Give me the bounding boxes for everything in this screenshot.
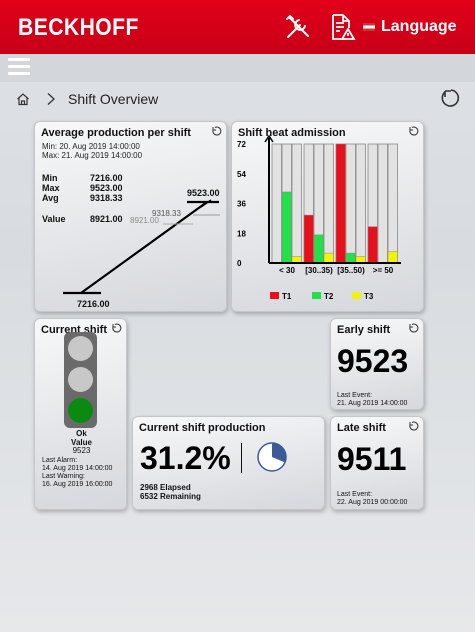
flag-icon [363,23,375,31]
bar-track [271,143,282,264]
bar [335,143,346,264]
gauge-value-label: 8921.00 [130,216,159,225]
home-icon[interactable] [16,92,30,106]
yellow-light [68,367,93,392]
green-light [68,398,93,423]
legend-label: T2 [324,292,334,301]
x-tick-label: [35..50) [337,266,365,275]
early-last-event-label: Last Event: [337,392,373,399]
red-light [68,336,93,361]
refresh-icon[interactable] [440,86,462,110]
divider [241,443,242,473]
bar-track [377,143,388,264]
refresh-icon[interactable] [110,322,122,334]
bar-track [291,143,302,264]
late-shift-title: Late shift [337,422,386,434]
bar [367,226,378,264]
x-tick-label: < 30 [279,266,295,275]
refresh-icon[interactable] [407,322,419,334]
tools-icon[interactable] [284,13,312,41]
y-tick-label: 72 [237,140,246,149]
refresh-icon[interactable] [407,420,419,432]
shift-production-tile: Current shift production 31.2% 2968 Elap… [132,416,325,510]
legend-label: T3 [364,292,374,301]
bar [323,252,334,264]
bar [281,191,292,264]
legend-swatch [352,292,361,299]
y-tick-label: 36 [237,200,246,209]
bar [303,214,314,264]
bar-track [355,143,366,264]
legend-swatch [312,292,321,299]
beckhoff-logo: BECKHOFF [18,14,139,41]
menu-bar [0,54,475,82]
last-alarm: 14. Aug 2019 14:00:00 [42,465,113,472]
breadcrumb: Shift Overview [16,90,158,108]
last-alarm-label: Last Alarm: [42,457,78,464]
early-shift-value: 9523 [337,343,409,379]
early-shift-title: Early shift [337,324,391,336]
remaining-label: 6532 Remaining [140,492,201,501]
status-label: Ok [76,429,87,438]
language-selector[interactable]: Language [363,18,457,36]
hamburger-menu-icon[interactable] [8,58,30,78]
early-last-event: 21. Aug 2019 14:00:00 [337,400,408,407]
bar-track [387,143,398,264]
current-shift-tile: Current shift Ok Value 9523 Last Alarm: … [34,318,127,510]
production-percent: 31.2% [140,440,231,476]
x-tick-label: >= 50 [373,266,394,275]
document-warning-icon[interactable] [328,13,356,41]
late-last-event: 22. Aug 2019 00:00:00 [337,499,408,506]
late-last-event-label: Last Event: [337,491,373,498]
legend-swatch [270,292,279,299]
y-tick-label: 18 [237,229,246,238]
bar-track [345,143,356,264]
late-shift-value: 9511 [337,441,407,477]
shift-production-title: Current shift production [139,422,266,434]
legend-label: T1 [282,292,292,301]
current-value: 9523 [72,446,91,455]
language-label: Language [381,18,457,35]
elapsed-label: 2968 Elapsed [140,483,191,492]
page-title: Shift Overview [68,91,159,107]
y-tick-label: 0 [237,259,242,268]
x-tick-label: [30..35) [305,266,333,275]
bar [387,251,398,264]
y-tick-label: 54 [237,170,246,179]
avg-production-tile: Average production per shift Min: 20. Au… [34,121,227,312]
early-shift-tile: Early shift 9523 Last Event: 21. Aug 201… [330,318,424,410]
bar-track [323,143,334,264]
gauge-max-label: 9523.00 [187,188,220,198]
production-pie-chart [257,442,287,472]
last-warning: 16. Aug 2019 16:00:00 [42,481,113,488]
late-shift-tile: Late shift 9511 Last Event: 22. Aug 2019… [330,416,424,510]
bar [345,252,356,264]
heat-admission-tile: Shift heat admission 72 54 36 18 0 < 30 [30..3… [231,121,424,312]
chevron-right-icon [47,93,55,105]
gauge-min-label: 7216.00 [77,299,110,309]
last-warning-label: Last Warning: [42,473,85,480]
traffic-light [64,332,97,428]
bar [313,234,324,264]
heat-admission-chart: 72 54 36 18 0 < 30 [30..35) [35..50) >= 50 T1 T2 T3 [237,134,401,301]
